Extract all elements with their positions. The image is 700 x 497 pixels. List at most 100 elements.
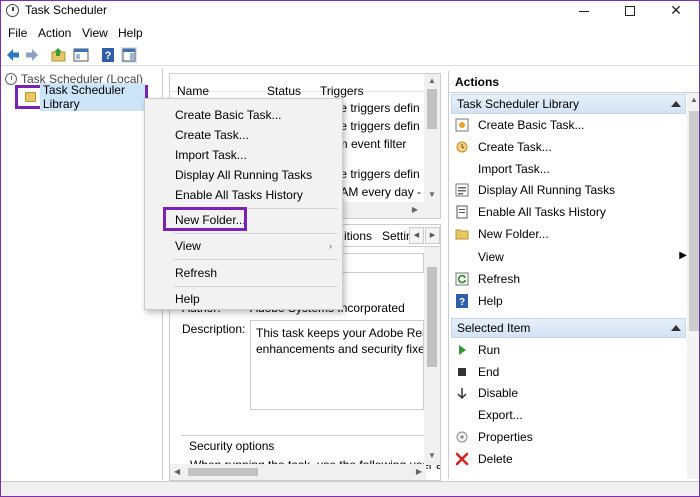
triggers-cell: 6 AM every day - [331,185,422,199]
disable-icon [457,388,467,400]
task-list-vertical-scrollbar[interactable]: ▲ ▼ [424,74,440,204]
submenu-arrow-icon: › [329,241,332,251]
action-label: Create Task... [478,140,552,154]
menu-separator [173,259,338,260]
action-label: Disable [478,386,519,400]
action-view[interactable]: View ▶ [455,247,687,267]
running-tasks-icon [455,183,469,197]
tab-conditions[interactable]: itions [344,229,372,243]
tab-scroll-left-icon[interactable]: ◀ [409,227,424,244]
toolbar: ? [1,44,699,66]
collapse-icon[interactable] [671,325,681,331]
menu-file[interactable]: File [8,26,27,40]
action-create-basic-task[interactable]: Create Basic Task... [455,115,585,135]
scrollbar-thumb[interactable] [689,111,699,331]
description-line: enhancements and security fixes [256,342,424,356]
tab-scroll-right-icon[interactable]: ▶ [425,227,440,244]
menu-action[interactable]: Action [38,26,71,40]
up-folder-icon[interactable] [51,47,67,63]
section-title: Selected Item [457,321,531,335]
triggers-cell: ple triggers defin [331,119,420,133]
scrollbar-thumb[interactable] [427,89,437,129]
actions-pane: Actions Task Scheduler Library Create Ba… [448,71,699,479]
create-task-icon [456,141,468,153]
menu-item-refresh[interactable]: Refresh [145,263,342,283]
section-title: Task Scheduler Library [457,97,580,111]
close-button[interactable]: ✕ [653,1,699,21]
scroll-down-icon: ▼ [428,190,436,199]
show-hide-action-pane-icon[interactable] [121,47,137,63]
menu-view[interactable]: View [82,26,108,40]
maximize-icon [625,6,635,17]
folder-icon [25,92,36,102]
action-properties[interactable]: Properties [455,427,533,447]
tree-node-task-scheduler-library[interactable]: Task Scheduler Library [15,83,148,111]
end-icon [458,368,466,376]
action-delete[interactable]: Delete [455,449,513,469]
submenu-arrow-icon: ▶ [679,250,687,261]
scrollbar-thumb[interactable] [427,267,437,367]
action-refresh[interactable]: Refresh [455,269,520,289]
task-scheduler-window: Task Scheduler ✕ File Action View Help ? [0,0,700,497]
action-create-task[interactable]: Create Task... [455,137,552,157]
action-run[interactable]: Run [455,340,500,360]
svg-text:?: ? [459,297,465,308]
task-scheduler-app-icon [6,4,19,17]
action-display-running-tasks[interactable]: Display All Running Tasks [455,180,615,200]
tab-settings[interactable]: Settir [382,229,410,243]
minimize-button[interactable] [561,1,607,21]
forward-arrow-icon[interactable] [24,47,40,63]
help-icon[interactable]: ? [100,47,116,63]
tree-library-label: Task Scheduler Library [39,83,145,111]
menu-item-enable-history[interactable]: Enable All Tasks History [145,185,342,205]
maximize-button[interactable] [607,1,653,21]
action-help[interactable]: ? Help [455,291,503,311]
scrollbar-thumb[interactable] [188,468,258,476]
action-label: Refresh [478,272,521,286]
action-label: End [478,365,500,379]
new-folder-highlight-box [163,207,247,231]
status-bar [1,481,699,496]
create-basic-task-icon [455,118,469,132]
menu-item-create-basic-task[interactable]: Create Basic Task... [145,105,342,125]
scroll-up-icon: ▲ [690,95,698,104]
action-disable[interactable]: Disable [455,383,518,403]
menu-item-help[interactable]: Help [145,289,342,309]
column-header-status[interactable]: Status [267,84,301,98]
console-tree: Task Scheduler (Local) Task Scheduler Li… [1,68,163,480]
clock-icon [5,73,17,85]
action-label: Display All Running Tasks [478,183,616,197]
details-vertical-scrollbar[interactable]: ▼ [424,247,440,465]
action-end[interactable]: End [455,362,499,382]
show-hide-console-tree-icon[interactable] [73,47,89,63]
action-label: Delete [478,452,513,466]
back-arrow-icon[interactable] [5,47,21,63]
task-list-header: Name Status Triggers [170,74,440,98]
scroll-right-icon: ▶ [411,205,418,214]
minimize-icon [579,10,589,12]
menu-item-create-task[interactable]: Create Task... [145,125,342,145]
menu-item-display-running-tasks[interactable]: Display All Running Tasks [145,165,342,185]
action-enable-history[interactable]: Enable All Tasks History [455,202,606,222]
menu-item-view-label: View [175,239,201,253]
action-label: Export... [478,408,523,422]
details-horizontal-scrollbar[interactable]: ◀ ▶ [170,464,426,480]
column-header-name[interactable]: Name [177,84,209,98]
actions-vertical-scrollbar[interactable]: ▲ [687,93,699,479]
action-import-task[interactable]: Import Task... [455,159,550,179]
action-export[interactable]: Export... [455,405,523,425]
menu-item-import-task[interactable]: Import Task... [145,145,342,165]
section-task-scheduler-library[interactable]: Task Scheduler Library [451,94,686,114]
blank-icon [455,408,469,422]
description-field[interactable]: This task keeps your Adobe Reader a enha… [250,320,424,410]
menu-separator [173,233,338,234]
menu-help[interactable]: Help [118,26,143,40]
section-selected-item[interactable]: Selected Item [451,318,686,338]
action-new-folder[interactable]: New Folder... [455,224,549,244]
collapse-icon[interactable] [671,101,681,107]
menu-item-view[interactable]: View › [145,236,342,256]
security-options-title: Security options [186,439,278,453]
column-header-triggers[interactable]: Triggers [320,84,364,98]
history-icon [456,205,468,219]
action-label: Create Basic Task... [478,118,585,132]
